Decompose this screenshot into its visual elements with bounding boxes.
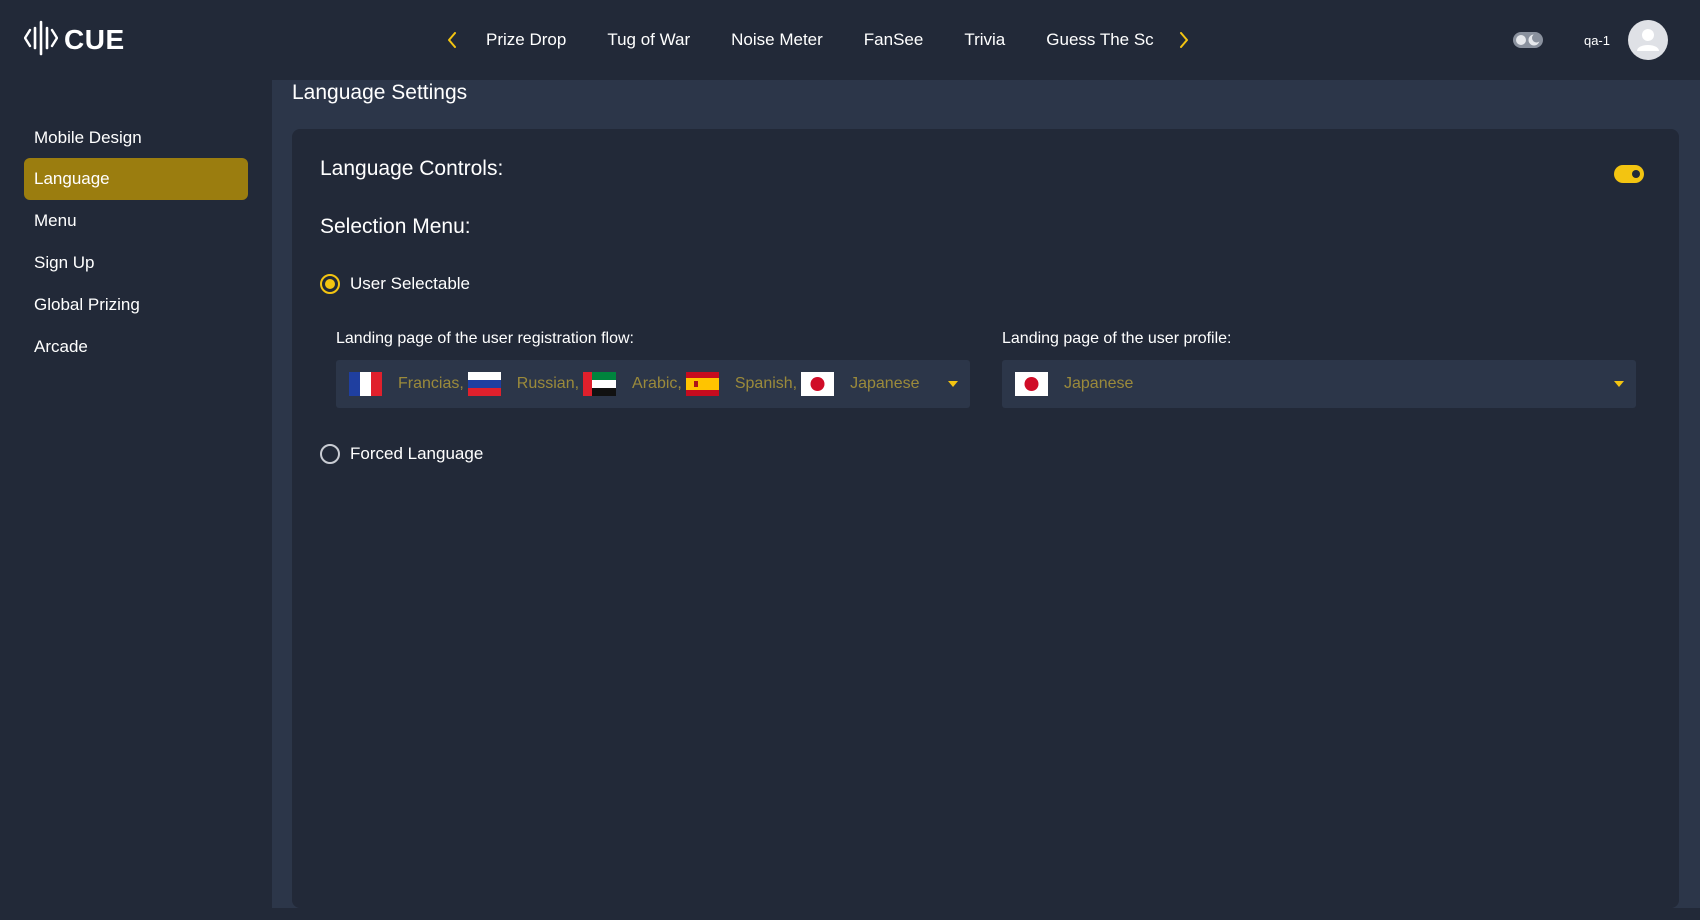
language-chip-russian: Russian,: [467, 371, 583, 397]
language-chip-label: Spanish,: [734, 375, 798, 392]
language-chip-french: Francias,: [349, 371, 468, 397]
switch-knob: [1632, 170, 1640, 178]
language-chip-label: Arabic,: [632, 375, 682, 392]
language-chip-spanish: Spanish,: [685, 371, 801, 397]
sidebar-item-language[interactable]: Language: [24, 158, 248, 200]
avatar[interactable]: [1628, 20, 1668, 60]
game-nav: Prize Drop Tug of War Noise Meter FanSee…: [440, 22, 1196, 58]
language-settings-card: Language Controls: Selection Menu: User …: [292, 129, 1679, 908]
registration-language-select[interactable]: Francias, Russian, Arabic, Spanish, Japa…: [336, 360, 970, 408]
registration-landing-label: Landing page of the user registration fl…: [336, 330, 634, 347]
france-flag-icon: [349, 372, 382, 396]
nav-prev-button[interactable]: [440, 22, 464, 58]
nav-item-noise-meter[interactable]: Noise Meter: [731, 30, 823, 50]
nav-item-prize-drop[interactable]: Prize Drop: [486, 30, 566, 50]
language-chip-japanese: Japanese: [1015, 371, 1137, 397]
russia-flag-icon: [467, 372, 501, 396]
sidebar-item-global-prizing[interactable]: Global Prizing: [24, 284, 248, 326]
sidebar-item-sign-up[interactable]: Sign Up: [24, 242, 248, 284]
brand-name: CUE: [64, 24, 125, 55]
dropdown-caret-icon: [948, 381, 958, 387]
user-avatar-icon: [1637, 29, 1659, 51]
profile-language-select[interactable]: Japanese: [1002, 360, 1636, 408]
radio-dot: [325, 279, 335, 289]
language-controls-label: Language Controls:: [320, 157, 504, 180]
japan-flag-icon: [1015, 372, 1048, 396]
language-chip-label: Japanese: [850, 375, 920, 392]
user-selectable-label: User Selectable: [350, 274, 471, 293]
forced-language-radio[interactable]: Forced Language: [320, 443, 483, 465]
language-chip-label: Japanese: [1064, 375, 1134, 392]
main-content: Language Settings Language Controls: Sel…: [272, 80, 1700, 908]
username: qa-1: [1583, 32, 1610, 48]
sidebar-item-menu[interactable]: Menu: [24, 200, 248, 242]
dropdown-caret-icon: [1614, 381, 1624, 387]
nav-item-trivia[interactable]: Trivia: [964, 30, 1005, 50]
chevron-right-icon: [1180, 32, 1188, 48]
page-title: Language Settings: [292, 81, 468, 104]
nav-next-button[interactable]: [1172, 22, 1196, 58]
user-area: qa-1: [1512, 20, 1668, 60]
selection-menu-label: Selection Menu:: [320, 215, 471, 238]
brand-logo[interactable]: CUE: [23, 20, 125, 61]
sidebar-item-mobile-design[interactable]: Mobile Design: [24, 117, 248, 159]
dark-mode-toggle-icon: [1512, 32, 1543, 48]
nav-item-guess-the-score[interactable]: Guess The Sco: [1046, 30, 1154, 50]
user-selectable-radio[interactable]: User Selectable: [320, 273, 470, 295]
sidebar: Mobile Design Language Menu Sign Up Glob…: [0, 80, 272, 908]
japan-flag-icon: [801, 372, 835, 396]
radio-selected-icon: [320, 274, 340, 294]
language-chip-label: Francias,: [398, 375, 464, 392]
uae-flag-icon: [583, 372, 617, 396]
radio-unselected-icon: [320, 444, 340, 464]
theme-toggle[interactable]: [1512, 30, 1544, 50]
cue-logo-icon: [23, 20, 59, 61]
nav-item-fansee[interactable]: FanSee: [864, 30, 924, 50]
spain-flag-icon: [685, 372, 719, 396]
language-controls-switch[interactable]: [1614, 165, 1644, 183]
nav-items: Prize Drop Tug of War Noise Meter FanSee…: [486, 30, 1154, 50]
language-chip-label: Russian,: [516, 375, 580, 392]
top-bar: CUE Prize Drop Tug of War Noise Meter Fa…: [0, 0, 1700, 80]
sidebar-item-arcade[interactable]: Arcade: [24, 326, 248, 368]
nav-item-tug-of-war[interactable]: Tug of War: [607, 30, 690, 50]
profile-landing-label: Landing page of the user profile:: [1002, 330, 1232, 347]
language-chip-arabic: Arabic,: [583, 371, 686, 397]
language-chip-japanese: Japanese: [801, 371, 923, 397]
forced-language-label: Forced Language: [350, 444, 484, 463]
chevron-left-icon: [448, 32, 456, 48]
